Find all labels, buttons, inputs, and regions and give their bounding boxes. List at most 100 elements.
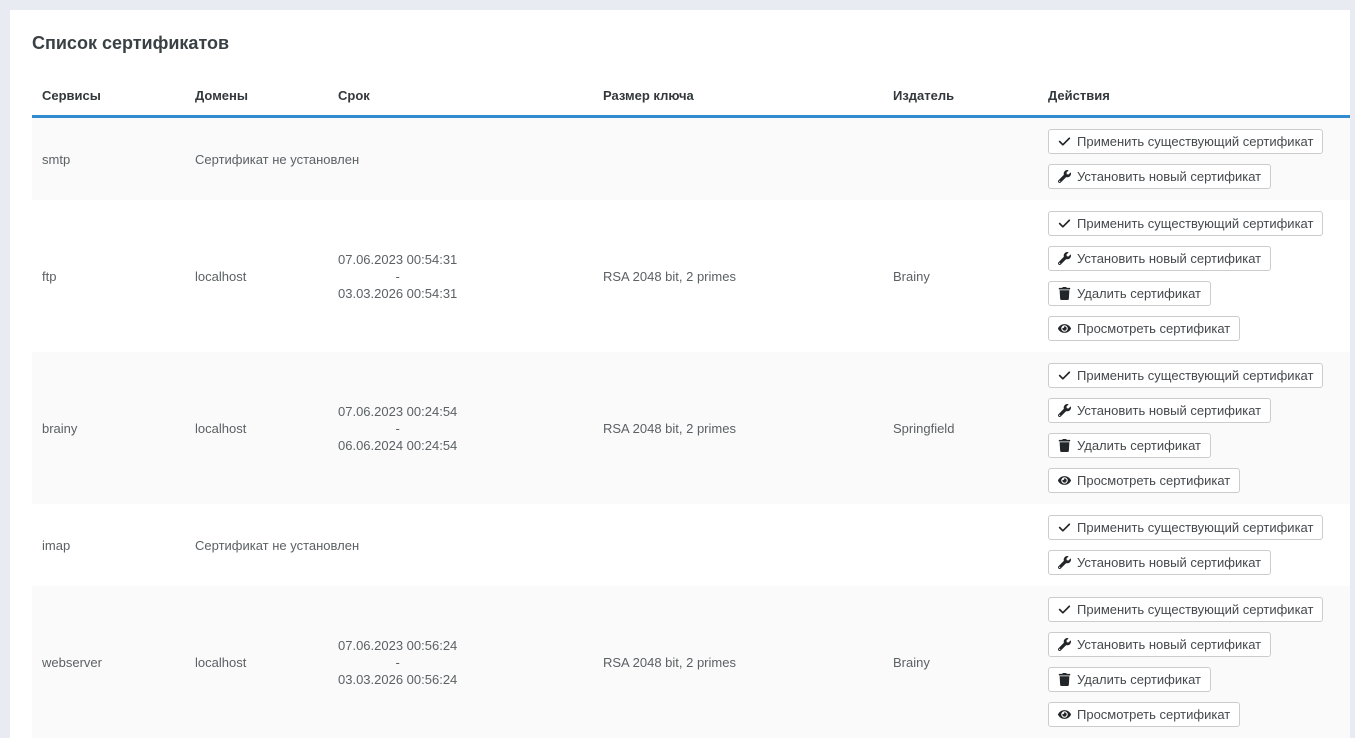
actions-cell: Применить существующий сертификат Устано…	[1038, 504, 1350, 586]
eye-icon	[1058, 474, 1071, 487]
eye-icon	[1058, 322, 1071, 335]
button-label: Установить новый сертификат	[1077, 251, 1261, 266]
term-cell: 07.06.2023 00:56:24 - 03.03.2026 00:56:2…	[328, 586, 593, 738]
col-header-actions: Действия	[1038, 88, 1350, 117]
button-line: Удалить сертификат	[1048, 281, 1340, 306]
col-header-services: Сервисы	[32, 88, 185, 117]
key-size-cell	[593, 117, 883, 201]
button-label: Установить новый сертификат	[1077, 403, 1261, 418]
button-label: Удалить сертификат	[1077, 438, 1201, 453]
button-line: Применить существующий сертификат	[1048, 129, 1340, 154]
button-label: Установить новый сертификат	[1077, 637, 1261, 652]
table-row-ftp: ftp localhost 07.06.2023 00:54:31 - 03.0…	[32, 200, 1350, 352]
install-new-certificate-button[interactable]: Установить новый сертификат	[1048, 550, 1271, 575]
service-name: brainy	[32, 352, 185, 504]
install-new-certificate-button[interactable]: Установить новый сертификат	[1048, 246, 1271, 271]
validity-period: 07.06.2023 00:24:54 - 06.06.2024 00:24:5…	[338, 403, 457, 454]
view-certificate-button[interactable]: Просмотреть сертификат	[1048, 702, 1240, 727]
table-row-smtp: smtp Сертификат не установлен Применить …	[32, 117, 1350, 201]
trash-icon	[1058, 439, 1071, 452]
delete-certificate-button[interactable]: Удалить сертификат	[1048, 281, 1211, 306]
actions-cell: Применить существующий сертификат Устано…	[1038, 200, 1350, 352]
valid-from-date: 07.06.2023 00:56:24	[338, 637, 457, 654]
valid-to-date: 06.06.2024 00:24:54	[338, 437, 457, 454]
wrench-icon	[1058, 170, 1071, 183]
service-name: ftp	[32, 200, 185, 352]
validity-period: 07.06.2023 00:54:31 - 03.03.2026 00:54:3…	[338, 251, 457, 302]
button-label: Установить новый сертификат	[1077, 555, 1261, 570]
service-name: smtp	[32, 117, 185, 201]
apply-existing-certificate-button[interactable]: Применить существующий сертификат	[1048, 363, 1323, 388]
button-line: Применить существующий сертификат	[1048, 363, 1340, 388]
apply-existing-certificate-button[interactable]: Применить существующий сертификат	[1048, 515, 1323, 540]
cert-status: Сертификат не установлен	[185, 504, 328, 586]
issuer-name: Brainy	[883, 586, 1038, 738]
table-row-imap: imap Сертификат не установлен Применить …	[32, 504, 1350, 586]
term-cell: 07.06.2023 00:54:31 - 03.03.2026 00:54:3…	[328, 200, 593, 352]
page-title: Список сертификатов	[32, 33, 1350, 53]
button-line: Удалить сертификат	[1048, 433, 1340, 458]
key-size-cell	[593, 504, 883, 586]
install-new-certificate-button[interactable]: Установить новый сертификат	[1048, 164, 1271, 189]
valid-to-date: 03.03.2026 00:54:31	[338, 285, 457, 302]
delete-certificate-button[interactable]: Удалить сертификат	[1048, 667, 1211, 692]
button-line: Применить существующий сертификат	[1048, 597, 1340, 622]
domain-name: localhost	[185, 352, 328, 504]
button-line: Просмотреть сертификат	[1048, 316, 1340, 341]
issuer-name: Brainy	[883, 200, 1038, 352]
trash-icon	[1058, 673, 1071, 686]
valid-from-date: 07.06.2023 00:54:31	[338, 251, 457, 268]
apply-existing-certificate-button[interactable]: Применить существующий сертификат	[1048, 597, 1323, 622]
actions-cell: Применить существующий сертификат Устано…	[1038, 586, 1350, 738]
delete-certificate-button[interactable]: Удалить сертификат	[1048, 433, 1211, 458]
cert-status: Сертификат не установлен	[185, 117, 328, 201]
button-label: Просмотреть сертификат	[1077, 321, 1230, 336]
button-line: Просмотреть сертификат	[1048, 468, 1340, 493]
actions-cell: Применить существующий сертификат Устано…	[1038, 117, 1350, 201]
key-size: RSA 2048 bit, 2 primes	[593, 352, 883, 504]
check-icon	[1058, 369, 1071, 382]
install-new-certificate-button[interactable]: Установить новый сертификат	[1048, 632, 1271, 657]
key-size: RSA 2048 bit, 2 primes	[593, 200, 883, 352]
button-label: Просмотреть сертификат	[1077, 707, 1230, 722]
button-label: Применить существующий сертификат	[1077, 520, 1313, 535]
eye-icon	[1058, 708, 1071, 721]
term-cell	[328, 504, 593, 586]
button-label: Удалить сертификат	[1077, 286, 1201, 301]
view-certificate-button[interactable]: Просмотреть сертификат	[1048, 468, 1240, 493]
check-icon	[1058, 603, 1071, 616]
issuer-cell	[883, 117, 1038, 201]
col-header-issuer: Издатель	[883, 88, 1038, 117]
button-line: Установить новый сертификат	[1048, 246, 1340, 271]
button-label: Применить существующий сертификат	[1077, 368, 1313, 383]
date-separator: -	[338, 420, 457, 437]
certificates-panel: Список сертификатов Сервисы Домены Срок …	[10, 10, 1350, 738]
table-row-webserver: webserver localhost 07.06.2023 00:56:24 …	[32, 586, 1350, 738]
install-new-certificate-button[interactable]: Установить новый сертификат	[1048, 398, 1271, 423]
button-label: Применить существующий сертификат	[1077, 134, 1313, 149]
issuer-name: Springfield	[883, 352, 1038, 504]
valid-to-date: 03.03.2026 00:56:24	[338, 671, 457, 688]
button-label: Установить новый сертификат	[1077, 169, 1261, 184]
button-line: Установить новый сертификат	[1048, 398, 1340, 423]
actions-cell: Применить существующий сертификат Устано…	[1038, 352, 1350, 504]
button-line: Установить новый сертификат	[1048, 632, 1340, 657]
check-icon	[1058, 217, 1071, 230]
term-cell: 07.06.2023 00:24:54 - 06.06.2024 00:24:5…	[328, 352, 593, 504]
view-certificate-button[interactable]: Просмотреть сертификат	[1048, 316, 1240, 341]
button-line: Применить существующий сертификат	[1048, 211, 1340, 236]
wrench-icon	[1058, 252, 1071, 265]
button-label: Просмотреть сертификат	[1077, 473, 1230, 488]
button-line: Установить новый сертификат	[1048, 164, 1340, 189]
service-name: webserver	[32, 586, 185, 738]
col-header-domains: Домены	[185, 88, 328, 117]
apply-existing-certificate-button[interactable]: Применить существующий сертификат	[1048, 211, 1323, 236]
button-line: Установить новый сертификат	[1048, 550, 1340, 575]
check-icon	[1058, 521, 1071, 534]
issuer-cell	[883, 504, 1038, 586]
key-size: RSA 2048 bit, 2 primes	[593, 586, 883, 738]
wrench-icon	[1058, 556, 1071, 569]
service-name: imap	[32, 504, 185, 586]
valid-from-date: 07.06.2023 00:24:54	[338, 403, 457, 420]
apply-existing-certificate-button[interactable]: Применить существующий сертификат	[1048, 129, 1323, 154]
